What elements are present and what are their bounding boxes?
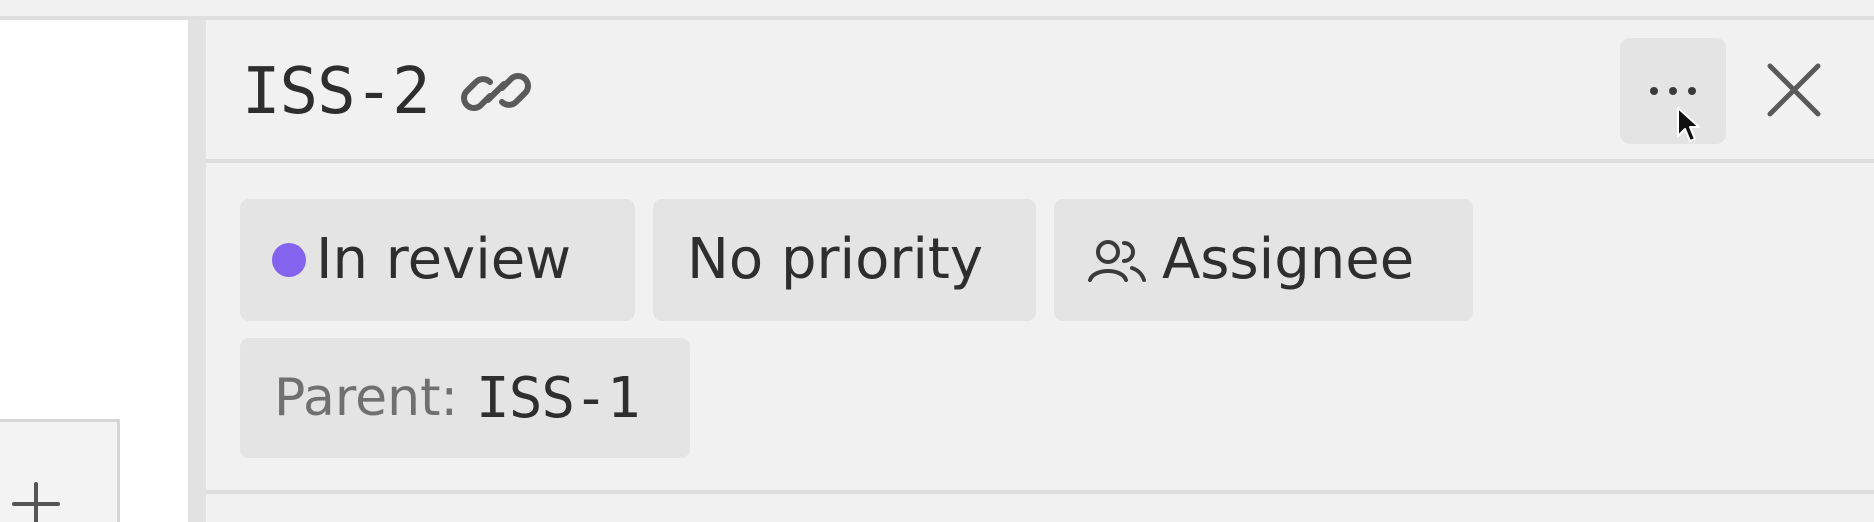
plus-icon[interactable]	[10, 478, 62, 522]
assignee-label: Assignee	[1162, 227, 1415, 292]
users-icon	[1088, 240, 1146, 282]
header-divider	[206, 159, 1874, 163]
issue-id-title: ISS-2	[242, 55, 431, 129]
section-divider	[206, 490, 1874, 494]
top-strip	[0, 0, 1874, 16]
parent-chip[interactable]: Parent: ISS-1	[240, 338, 690, 458]
more-horizontal-icon	[1650, 87, 1696, 95]
link-icon[interactable]	[458, 58, 534, 126]
priority-chip[interactable]: No priority	[653, 199, 1036, 321]
close-icon[interactable]	[1762, 58, 1826, 122]
status-chip[interactable]: In review	[240, 199, 635, 321]
status-dot-icon	[272, 243, 306, 277]
priority-label: No priority	[687, 227, 984, 292]
parent-issue-id: ISS-1	[475, 365, 641, 431]
assignee-chip[interactable]: Assignee	[1054, 199, 1473, 321]
status-label: In review	[316, 227, 572, 292]
resize-handle[interactable]	[188, 20, 206, 522]
parent-label: Parent:	[274, 368, 458, 428]
more-options-button[interactable]	[1620, 38, 1726, 144]
mouse-cursor-icon	[1677, 107, 1700, 142]
